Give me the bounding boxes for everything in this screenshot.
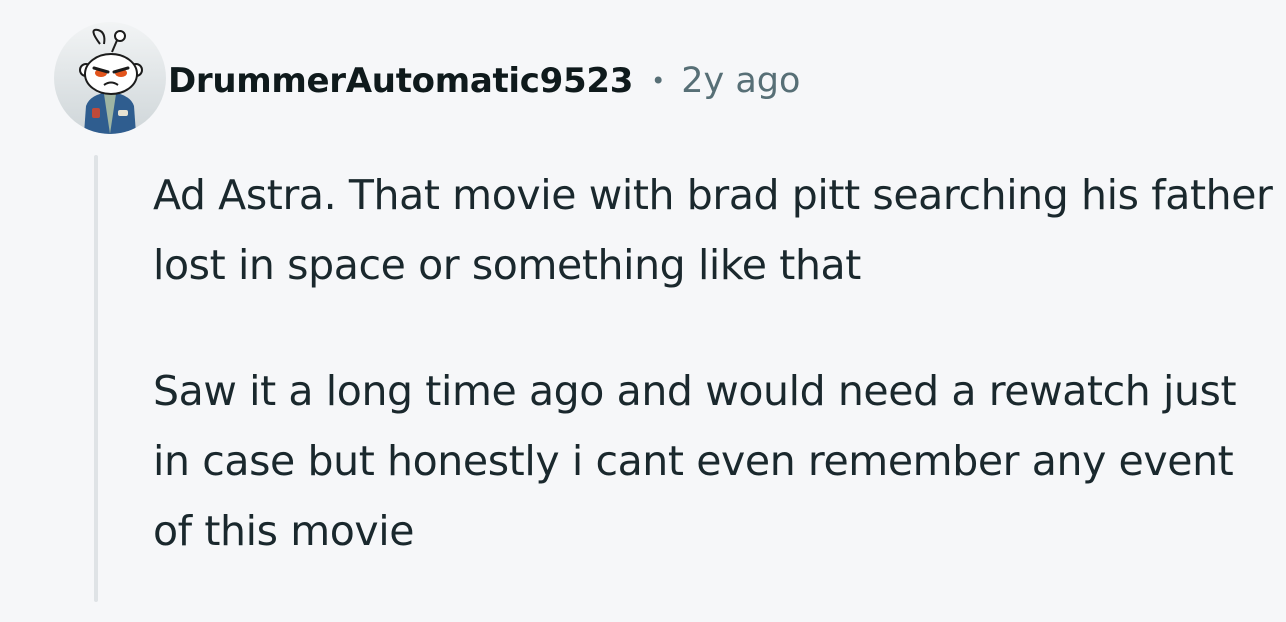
meta-separator: • xyxy=(651,67,666,95)
username-link[interactable]: DrummerAutomatic9523 xyxy=(168,61,633,101)
thread-line[interactable] xyxy=(94,155,98,602)
comment-paragraph: Ad Astra. That movie with brad pitt sear… xyxy=(153,171,1273,289)
comment-paragraph: Saw it a long time ago and would need a … xyxy=(153,367,1237,555)
snoo-avatar-icon xyxy=(54,22,166,134)
timestamp[interactable]: 2y ago xyxy=(681,61,800,101)
comment: DrummerAutomatic9523 • 2y ago Ad Astra. … xyxy=(0,0,1286,602)
user-avatar[interactable] xyxy=(54,22,166,134)
comment-header: DrummerAutomatic9523 • 2y ago xyxy=(168,56,800,106)
comment-body: Ad Astra. That movie with brad pitt sear… xyxy=(153,160,1278,622)
